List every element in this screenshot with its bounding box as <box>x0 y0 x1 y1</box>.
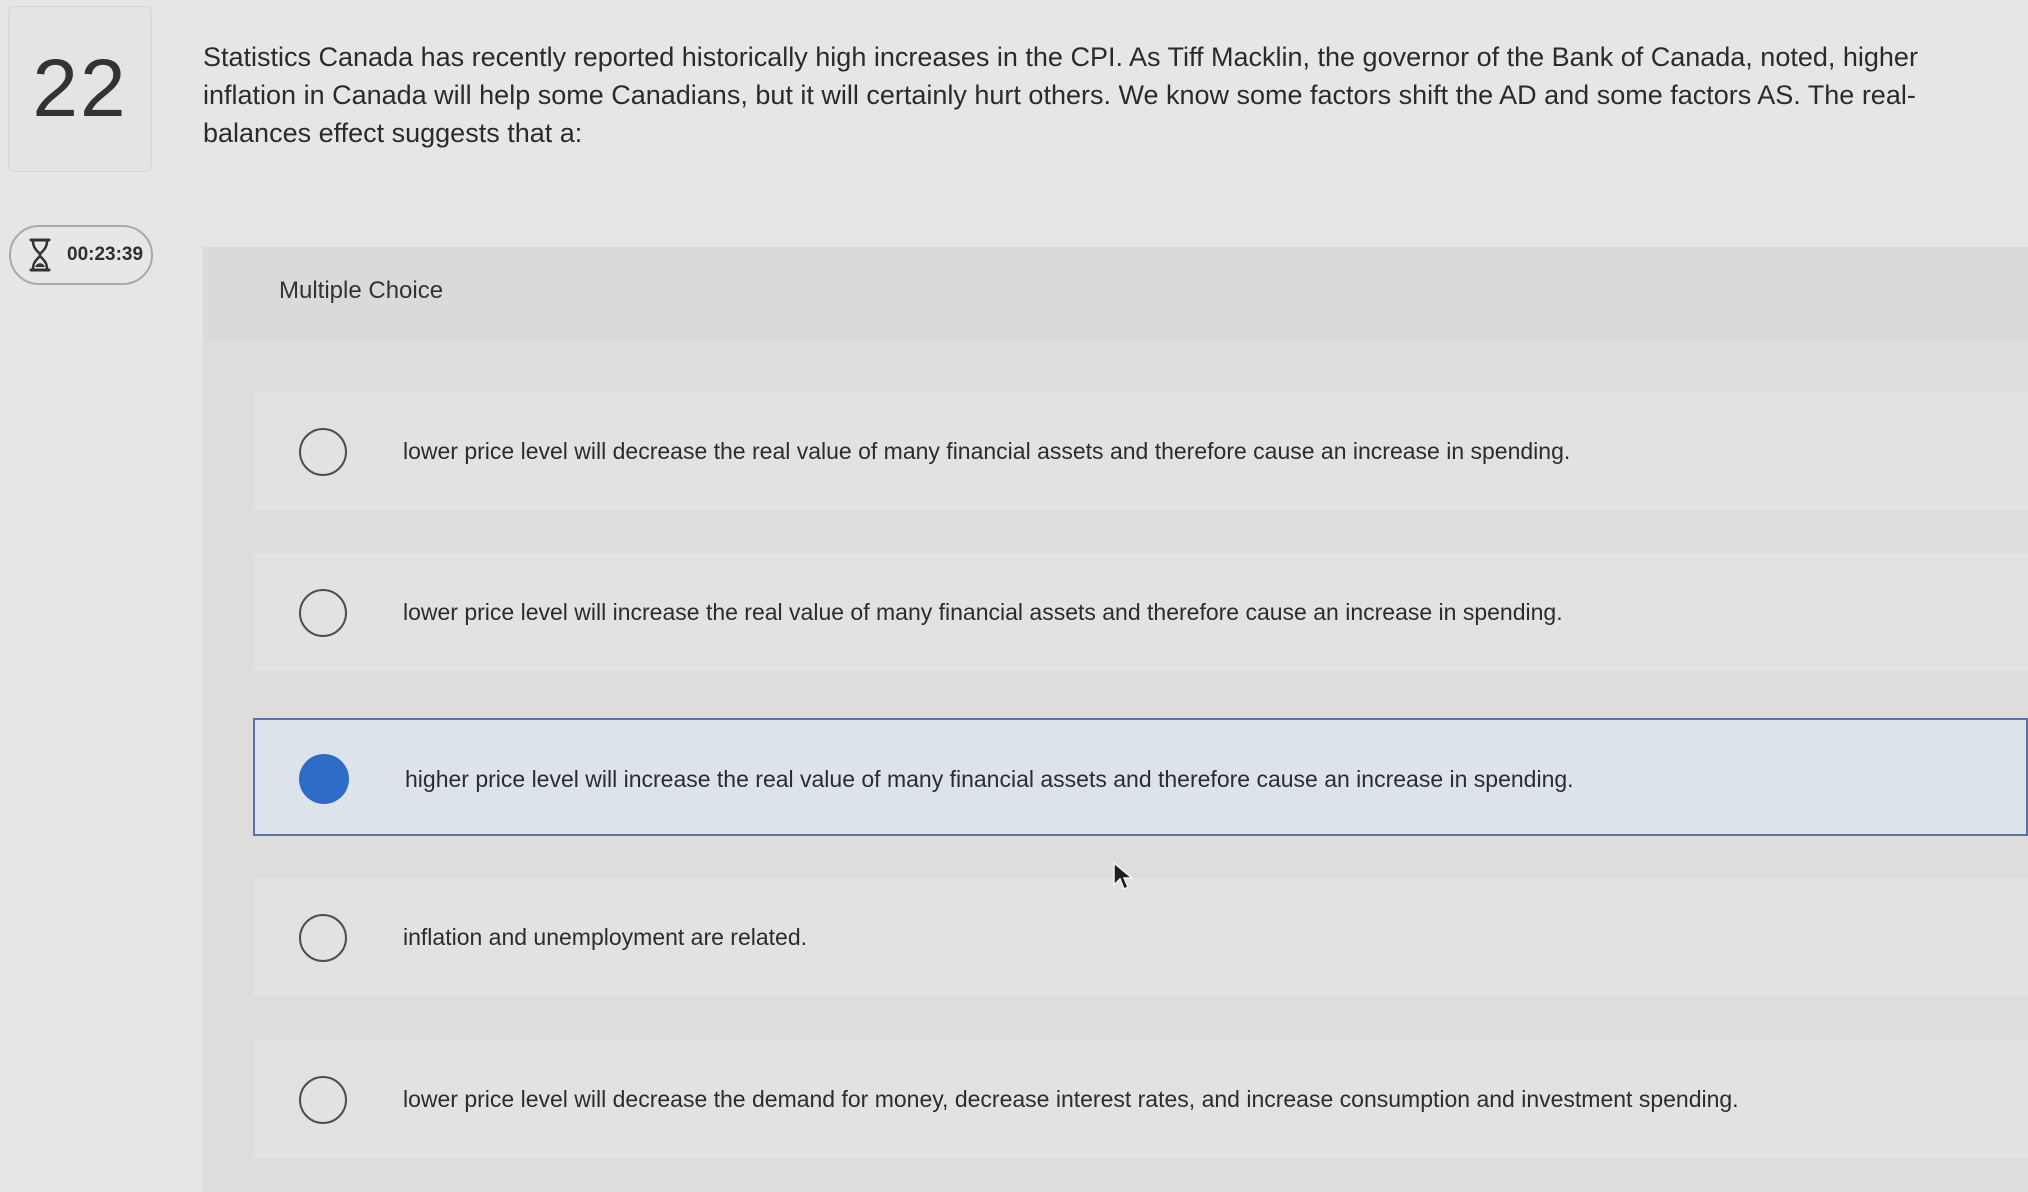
radio-button[interactable] <box>299 428 347 476</box>
mouse-pointer-icon <box>1112 861 1135 898</box>
radio-button[interactable] <box>299 1076 347 1124</box>
answer-option-4[interactable]: inflation and unemployment are related. <box>253 878 2028 996</box>
question-text: Statistics Canada has recently reported … <box>203 42 1918 148</box>
timer-text: 00:23:39 <box>67 244 144 265</box>
answer-option-5[interactable]: lower price level will decrease the dema… <box>253 1040 2028 1158</box>
radio-button-selected[interactable] <box>299 754 349 804</box>
answer-option-label: higher price level will increase the rea… <box>405 765 1574 792</box>
question-number: 22 <box>32 43 128 134</box>
question-type-header: Multiple Choice <box>203 247 2028 339</box>
answer-option-3-selected[interactable]: higher price level will increase the rea… <box>253 718 2028 836</box>
radio-button[interactable] <box>299 914 347 962</box>
timer-badge[interactable]: 00:23:39 <box>9 225 153 285</box>
answer-option-label: lower price level will decrease the dema… <box>403 1085 1739 1112</box>
question-type-label: Multiple Choice <box>279 277 444 304</box>
answer-option-label: inflation and unemployment are related. <box>403 923 808 950</box>
radio-button[interactable] <box>299 589 347 637</box>
hourglass-icon <box>27 238 53 272</box>
answer-option-2[interactable]: lower price level will increase the real… <box>253 553 2028 671</box>
answer-options: lower price level will decrease the real… <box>203 339 2028 1192</box>
answer-option-label: lower price level will increase the real… <box>403 598 1563 625</box>
answer-option-1[interactable]: lower price level will decrease the real… <box>253 392 2028 510</box>
question-number-box: 22 <box>8 6 152 172</box>
answer-option-label: lower price level will decrease the real… <box>403 437 1571 464</box>
